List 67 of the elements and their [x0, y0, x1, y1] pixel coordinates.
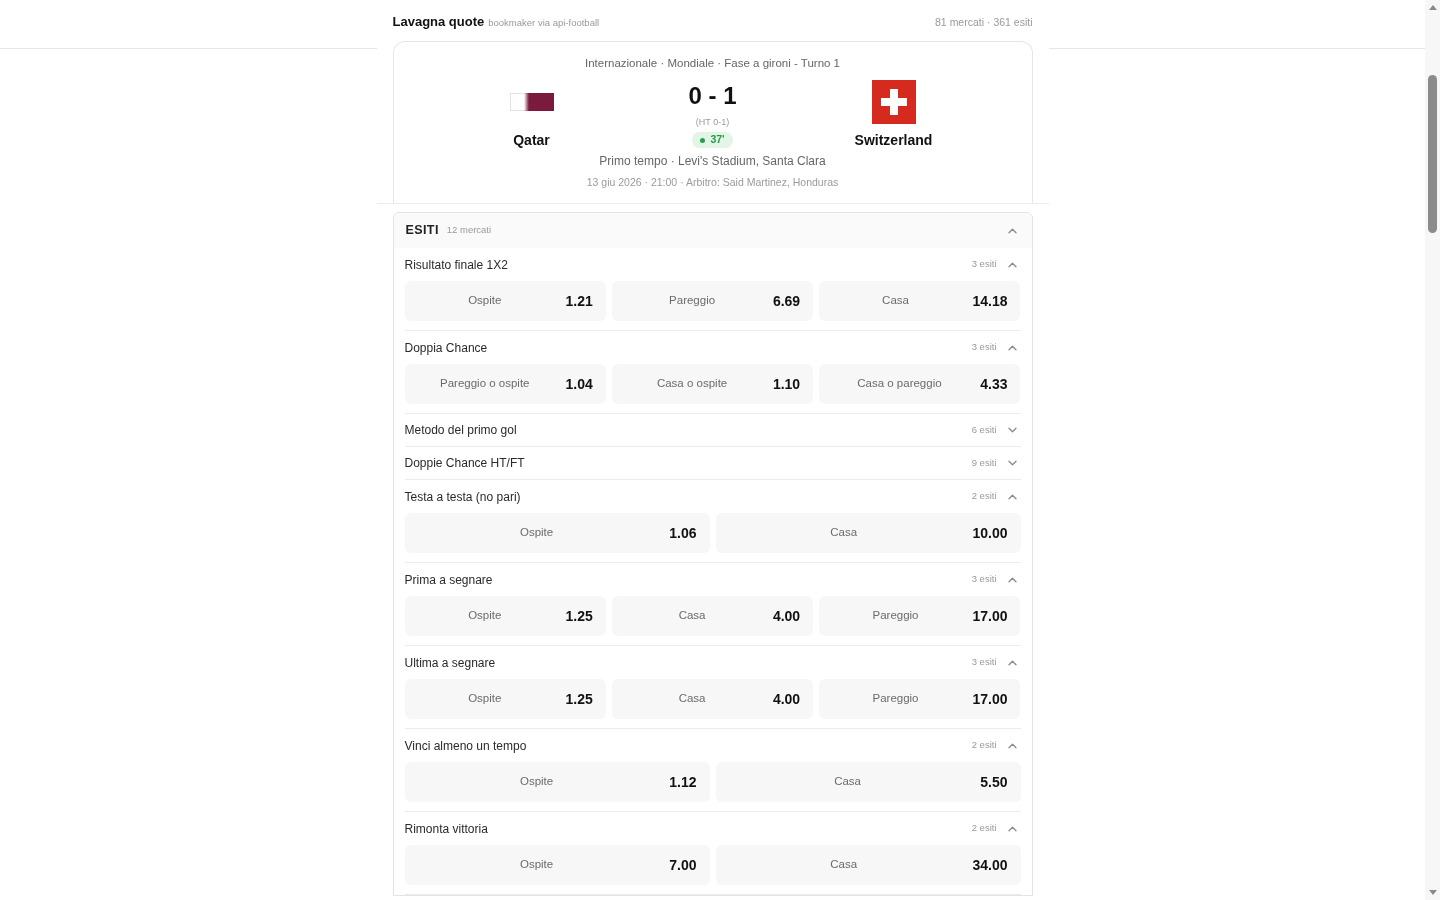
- market-title[interactable]: Vinci almeno un tempo: [404, 736, 527, 755]
- odds-button[interactable]: Casa o pareggio 4.33: [819, 364, 1021, 404]
- competition-text: Internazionale · Mondiale · Fase a gironi - Turno 1: [584, 56, 841, 71]
- odds-button[interactable]: Ospite 1.21: [404, 281, 606, 321]
- page-subtitle: bookmaker via api-football: [488, 16, 600, 30]
- odds-button[interactable]: Casa 4.00: [611, 596, 814, 636]
- market-title[interactable]: Risultato finale 1X2: [404, 255, 508, 274]
- odds-button[interactable]: Pareggio 6.69: [611, 281, 814, 321]
- market-title[interactable]: Testa a testa (no pari): [404, 487, 521, 506]
- market-title[interactable]: Prima a segnare: [404, 570, 493, 589]
- live-dot-icon: [700, 137, 706, 143]
- scroll-down-arrow-icon[interactable]: [1428, 890, 1437, 895]
- chevron-up-icon[interactable]: [1007, 576, 1017, 583]
- odds-button[interactable]: Casa 14.18: [819, 281, 1021, 321]
- outcome-count: 9 esiti: [971, 455, 997, 470]
- page-title: Lavagna quote: [392, 13, 485, 31]
- market-title[interactable]: Metodo del primo gol: [404, 421, 517, 439]
- flag-icon: [871, 80, 916, 124]
- flag-icon: [509, 93, 554, 111]
- odds-button[interactable]: Pareggio 17.00: [819, 679, 1021, 719]
- odds-button[interactable]: Ospite 1.12: [404, 762, 710, 802]
- outcome-count: 3 esiti: [971, 572, 997, 587]
- team-name: Qatar: [513, 131, 550, 149]
- chevron-up-icon[interactable]: [1007, 659, 1017, 666]
- halftime-score: (HT 0-1): [695, 116, 730, 128]
- odds-button[interactable]: Casa 4.00: [611, 679, 814, 719]
- scroll-up-arrow-icon[interactable]: [1428, 5, 1437, 10]
- live-minute-badge: 37': [692, 132, 733, 148]
- chevron-up-icon[interactable]: [1007, 825, 1017, 832]
- panel-title: ESITI: [405, 222, 439, 240]
- outcome-count: 2 esiti: [971, 821, 997, 836]
- outcome-count: 3 esiti: [971, 257, 997, 272]
- odds-button[interactable]: Casa 34.00: [715, 845, 1021, 885]
- chevron-up-icon[interactable]: [1007, 261, 1017, 268]
- odds-button[interactable]: Ospite 7.00: [404, 845, 710, 885]
- score: 0 - 1: [688, 82, 737, 110]
- outcome-count: 3 esiti: [971, 340, 997, 355]
- match-details: 13 giu 2026 · 21:00 · Arbitro: Said Martinez, Honduras: [586, 175, 839, 190]
- match-status: Primo tempo · Levi's Stadium, Santa Clara: [599, 153, 826, 169]
- scrollbar[interactable]: [1425, 0, 1440, 900]
- chevron-up-icon[interactable]: [1007, 344, 1017, 351]
- outcome-count: 2 esiti: [971, 738, 997, 753]
- odds-button[interactable]: Pareggio o ospite 1.04: [404, 364, 606, 404]
- market-count: 12 mercati: [446, 223, 492, 238]
- market-title[interactable]: Rimonta vittoria: [404, 819, 488, 838]
- panel-header[interactable]: ESITI 12 mercati: [393, 213, 1032, 248]
- odds-button[interactable]: Pareggio 17.00: [819, 596, 1021, 636]
- market-title[interactable]: Ultima a segnare: [404, 653, 496, 672]
- outcome-count: 3 esiti: [971, 655, 997, 670]
- scrollbar-thumb[interactable]: [1428, 75, 1437, 233]
- odds-button[interactable]: Ospite 1.25: [404, 679, 606, 719]
- chevron-down-icon[interactable]: [1007, 460, 1017, 466]
- market-title[interactable]: Doppie Chance HT/FT: [404, 454, 525, 472]
- odds-button[interactable]: Casa 10.00: [715, 513, 1021, 553]
- chevron-up-icon[interactable]: [1007, 742, 1017, 749]
- market-summary: 81 mercati · 361 esiti: [935, 15, 1033, 30]
- odds-button[interactable]: Casa 5.50: [715, 762, 1021, 802]
- chevron-up-icon[interactable]: [1007, 227, 1017, 234]
- outcome-count: 6 esiti: [971, 422, 997, 437]
- chevron-down-icon[interactable]: [1007, 427, 1017, 433]
- team-name: Switzerland: [854, 131, 933, 149]
- outcome-count: 2 esiti: [971, 489, 997, 504]
- odds-button[interactable]: Ospite 1.06: [404, 513, 710, 553]
- odds-button[interactable]: Casa o ospite 1.10: [611, 364, 814, 404]
- odds-button[interactable]: Ospite 1.25: [404, 596, 606, 636]
- chevron-up-icon[interactable]: [1007, 493, 1017, 500]
- market-title[interactable]: Doppia Chance: [404, 338, 488, 357]
